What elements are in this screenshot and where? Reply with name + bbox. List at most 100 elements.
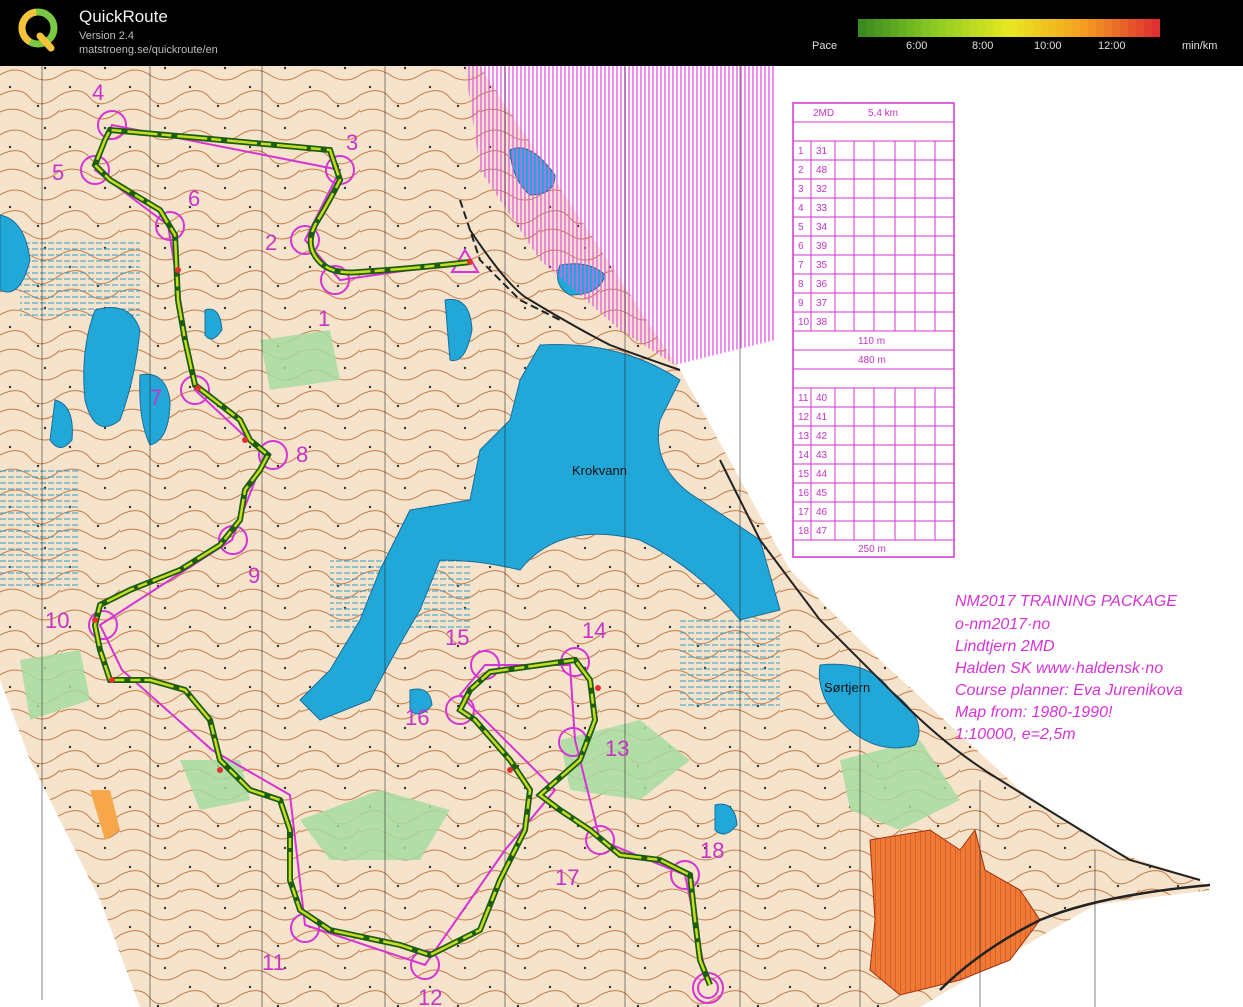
- sheet-control-number: 10: [798, 317, 810, 328]
- pace-bar-segment: [921, 19, 931, 37]
- pace-bar-segment: [1096, 19, 1105, 37]
- control-number: 6: [188, 186, 200, 211]
- sheet-finish: 250 m: [858, 544, 886, 555]
- control-number: 15: [445, 625, 469, 650]
- pace-bar-segment: [945, 19, 954, 37]
- app-version: Version 2.4: [79, 30, 135, 42]
- control-number: 3: [346, 130, 358, 155]
- control-number: 12: [418, 985, 442, 1007]
- pace-bar-segment: [913, 19, 923, 37]
- app-url[interactable]: matstroeng.se/quickroute/en: [79, 44, 218, 56]
- pace-bar-segment: [1048, 19, 1058, 37]
- control-number: 4: [92, 80, 104, 105]
- pace-bar-segment: [937, 19, 946, 37]
- control-number: 18: [700, 838, 724, 863]
- pace-bar-segment: [1128, 19, 1137, 37]
- sheet-control-number: 11: [798, 393, 809, 404]
- pace-bar-segment: [1080, 19, 1089, 37]
- sheet-control-code: 43: [816, 450, 828, 461]
- pace-bar-segment: [1016, 19, 1026, 37]
- pace-bar-segment: [953, 19, 962, 37]
- sheet-control-number: 2: [798, 165, 804, 176]
- sheet-control-code: 39: [816, 241, 828, 252]
- control-number: 13: [605, 736, 629, 761]
- sheet-control-number: 1: [798, 146, 804, 157]
- pace-bar-segment: [873, 19, 883, 37]
- pace-bar-segment: [1056, 19, 1066, 37]
- pace-bar-segment: [1104, 19, 1113, 37]
- control-number: 10: [45, 608, 69, 633]
- place-name-krokvann: Krokvann: [572, 463, 627, 478]
- pace-bar-segment: [1144, 19, 1153, 37]
- control-number: 11: [262, 950, 285, 975]
- pace-bar-segment: [1040, 19, 1050, 37]
- control-number: 5: [52, 160, 64, 185]
- app-title: QuickRoute: [79, 7, 168, 26]
- sheet-control-number: 12: [798, 412, 810, 423]
- sheet-control-code: 33: [816, 203, 828, 214]
- pace-bar-segment: [1009, 19, 1018, 37]
- sheet-marked-1: 110 m: [858, 336, 885, 347]
- control-number: 14: [582, 618, 606, 643]
- pace-bar-segment: [969, 19, 978, 37]
- pace-bar-segment: [1088, 19, 1097, 37]
- sheet-control-number: 13: [798, 431, 810, 442]
- place-name-sortjern: Sørtjern: [824, 680, 870, 695]
- pace-bar-segment: [905, 19, 915, 37]
- control-number: 8: [296, 442, 308, 467]
- sheet-control-number: 17: [798, 507, 810, 518]
- control-description-sheet: 2MD 5,4 km 1 312 483 324 335 346 397 358 369 3710…: [792, 102, 955, 558]
- control-number: 2: [265, 230, 277, 255]
- pace-bar-segment: [1072, 19, 1082, 37]
- sheet-control-code: 47: [816, 526, 828, 537]
- pace-bar-segment: [929, 19, 938, 37]
- sheet-control-code: 46: [816, 507, 828, 518]
- pace-bar-segment: [1064, 19, 1074, 37]
- sheet-control-code: 45: [816, 488, 828, 499]
- pace-bar-segment: [1120, 19, 1129, 37]
- control-number: 1: [318, 306, 330, 331]
- sheet-control-code: 38: [816, 317, 828, 328]
- sheet-control-number: 5: [798, 222, 804, 233]
- sheet-control-code: 34: [816, 222, 828, 233]
- info-line: o-nm2017·no: [955, 616, 1050, 633]
- orienteering-map[interactable]: 1 2 3 4 5 6 7 8 9 10 11 12 13 14 15 16 1…: [0, 66, 1243, 1007]
- control-number: 7: [150, 385, 162, 410]
- quickroute-logo-icon: [18, 8, 58, 52]
- info-line: NM2017 TRAINING PACKAGE: [955, 593, 1177, 610]
- info-line: 1:10000, e=2,5m: [955, 726, 1076, 743]
- sheet-control-number: 15: [798, 469, 810, 480]
- sheet-control-number: 6: [798, 241, 804, 252]
- sheet-control-number: 4: [798, 203, 804, 214]
- sheet-control-code: 32: [816, 184, 828, 195]
- info-line: Course planner: Eva Jurenikova: [955, 682, 1183, 699]
- sheet-control-number: 7: [798, 260, 804, 271]
- sheet-control-code: 31: [816, 146, 828, 157]
- pace-bar-segment: [858, 19, 867, 37]
- sheet-control-code: 35: [816, 260, 828, 271]
- pace-label: Pace: [812, 40, 838, 52]
- sheet-control-code: 36: [816, 279, 828, 290]
- sheet-control-number: 8: [798, 279, 804, 290]
- pace-tick: 10:00: [1034, 40, 1062, 52]
- pace-bar-segment: [881, 19, 891, 37]
- pace-color-bar: [858, 19, 1160, 37]
- pace-bar-segment: [1001, 19, 1010, 37]
- pace-tick: 6:00: [906, 40, 928, 52]
- sheet-control-code: 42: [816, 431, 828, 442]
- pace-bar-segment: [1032, 19, 1042, 37]
- sheet-control-code: 44: [816, 469, 828, 480]
- pace-bar-segment: [865, 19, 875, 37]
- sheet-control-number: 14: [798, 450, 810, 461]
- sheet-control-number: 3: [798, 184, 804, 195]
- info-line: Halden SK www·haldensk·no: [955, 660, 1163, 677]
- sheet-length: 5,4 km: [868, 108, 898, 119]
- control-number: 16: [405, 705, 429, 730]
- sheet-control-number: 16: [798, 488, 810, 499]
- sheet-control-code: 48: [816, 165, 828, 176]
- control-number: 9: [248, 563, 260, 588]
- pace-bar-segment: [1024, 19, 1034, 37]
- map-info-text: NM2017 TRAINING PACKAGE o-nm2017·no Lind…: [955, 593, 1183, 743]
- pace-bar-segment: [897, 19, 907, 37]
- info-line: Lindtjern 2MD: [955, 638, 1055, 655]
